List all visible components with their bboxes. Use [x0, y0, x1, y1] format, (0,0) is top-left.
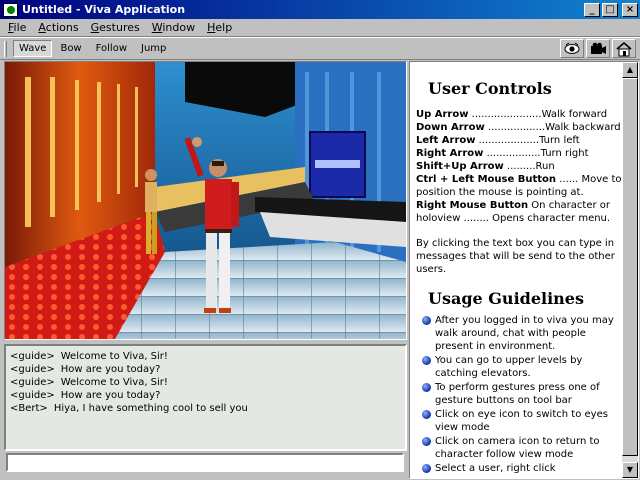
- camera-icon[interactable]: [586, 39, 610, 58]
- scroll-thumb[interactable]: [622, 78, 638, 456]
- bullet-icon: [422, 410, 431, 419]
- menu-actions[interactable]: Actions: [32, 21, 84, 34]
- toolbar-grip[interactable]: [4, 40, 7, 57]
- control-up: Up Arrow ......................Walk forw…: [416, 109, 608, 120]
- menu-file[interactable]: File: [2, 21, 32, 34]
- jump-button[interactable]: Jump: [135, 40, 172, 57]
- gesture-toolbar: Wave Bow Follow Jump: [0, 37, 640, 60]
- chat-log[interactable]: <guide> Welcome to Viva, Sir! <guide> How …: [4, 344, 407, 451]
- help-panel[interactable]: User Controls Up Arrow .................…: [409, 61, 639, 479]
- wave-button[interactable]: Wave: [13, 40, 53, 57]
- control-right: Right Arrow .................Turn right: [416, 148, 589, 159]
- bullet-icon: [422, 356, 431, 365]
- user-controls-title: User Controls: [428, 79, 552, 98]
- chat-input[interactable]: [6, 453, 404, 472]
- scroll-up-icon[interactable]: ▲: [622, 62, 638, 78]
- control-ctrl-left-click: Ctrl + Left Mouse Button ...... Move to …: [416, 174, 622, 198]
- follow-button[interactable]: Follow: [90, 40, 133, 57]
- menu-help[interactable]: Help: [201, 21, 238, 34]
- guideline-item: You can go to upper levels by catching e…: [416, 354, 623, 380]
- menu-window[interactable]: Window: [146, 21, 201, 34]
- chat-instructions: By clicking the text box you can type in…: [416, 238, 615, 275]
- window-title: Untitled - Viva Application: [22, 3, 186, 16]
- bow-button[interactable]: Bow: [54, 40, 87, 57]
- usage-guidelines-title: Usage Guidelines: [428, 289, 584, 308]
- minimize-button[interactable]: _: [584, 2, 600, 17]
- view-toolbar: [560, 39, 636, 58]
- help-scrollbar[interactable]: ▲ ▼: [622, 62, 638, 478]
- guideline-item: To perform gestures press one of gesture…: [416, 381, 623, 407]
- title-bar[interactable]: Untitled - Viva Application _ □ ×: [0, 0, 640, 19]
- window-controls: _ □ ×: [584, 2, 640, 17]
- menu-bar: File Actions Gestures Window Help: [0, 19, 640, 37]
- bullet-icon: [422, 437, 431, 446]
- world-scene: [5, 62, 406, 339]
- chat-line: <guide> Welcome to Viva, Sir!: [10, 351, 168, 362]
- chat-line: <guide> Welcome to Viva, Sir!: [10, 377, 168, 388]
- eye-icon[interactable]: [560, 39, 584, 58]
- chat-line: <guide> How are you today?: [10, 390, 161, 401]
- bullet-icon: [422, 464, 431, 473]
- home-icon[interactable]: [612, 39, 636, 58]
- chat-line: <Bert> Hiya, I have something cool to sel…: [10, 403, 248, 414]
- guideline-item: Select a user, right click: [416, 462, 623, 475]
- maximize-button[interactable]: □: [602, 2, 618, 17]
- control-right-click: Right Mouse Button On character or holov…: [416, 200, 611, 224]
- app-icon: [3, 2, 18, 17]
- menu-gestures[interactable]: Gestures: [85, 21, 146, 34]
- control-left: Left Arrow ...................Turn left: [416, 135, 580, 146]
- control-run: Shift+Up Arrow .........Run: [416, 161, 555, 172]
- world-viewport[interactable]: [4, 61, 407, 340]
- close-button[interactable]: ×: [622, 2, 638, 17]
- guideline-item: Click on eye icon to switch to eyes view…: [416, 408, 623, 434]
- bullet-icon: [422, 316, 431, 325]
- scroll-down-icon[interactable]: ▼: [622, 462, 638, 478]
- guideline-item: After you logged in to viva you may walk…: [416, 314, 623, 353]
- bullet-icon: [422, 383, 431, 392]
- control-down: Down Arrow ..................Walk backwa…: [416, 122, 621, 133]
- chat-line: <guide> How are you today?: [10, 364, 161, 375]
- help-content: User Controls Up Arrow .................…: [410, 62, 623, 478]
- guideline-item: Click on camera icon to return to charac…: [416, 435, 623, 461]
